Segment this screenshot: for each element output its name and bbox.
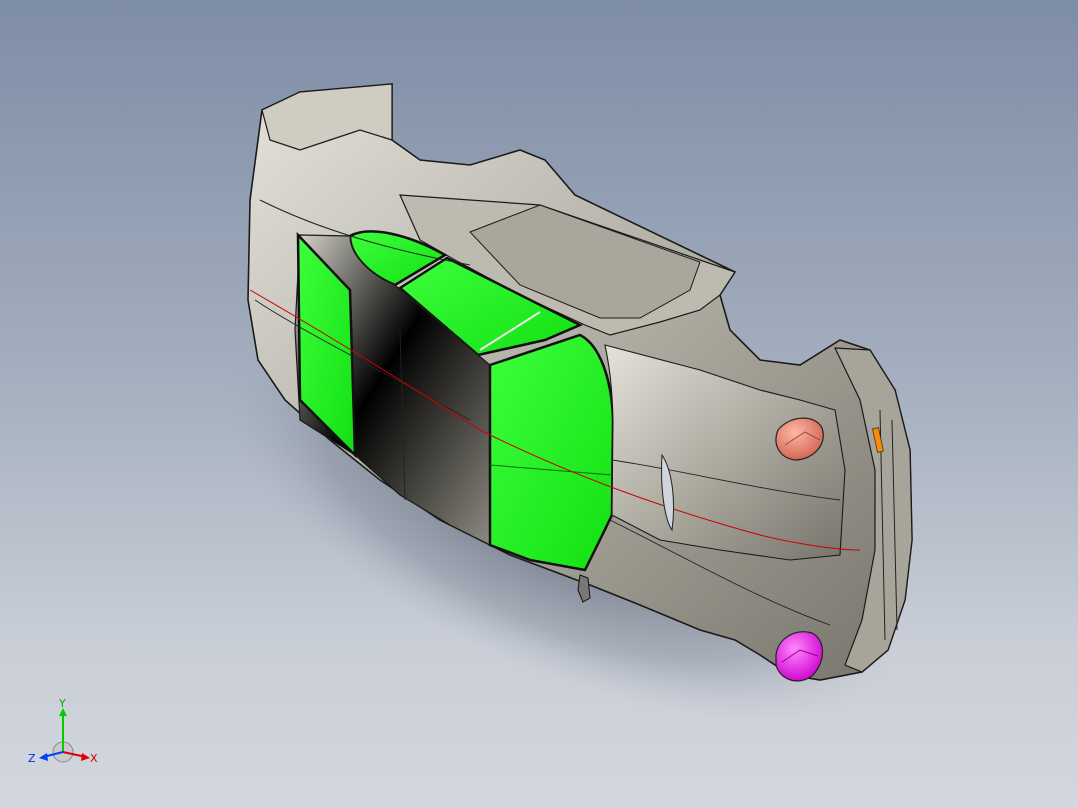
- triad-z-arrow: [39, 753, 48, 761]
- view-triad[interactable]: Y X Z: [28, 697, 98, 765]
- triad-x-arrow: [81, 753, 90, 761]
- triad-z-label: Z: [28, 752, 36, 765]
- windshield[interactable]: [488, 333, 615, 572]
- graphics-viewport[interactable]: Y X Z: [0, 0, 1078, 808]
- model-scene[interactable]: Y X Z: [0, 0, 1078, 808]
- triad-x-label: X: [90, 752, 98, 765]
- triad-y-label: Y: [58, 697, 66, 710]
